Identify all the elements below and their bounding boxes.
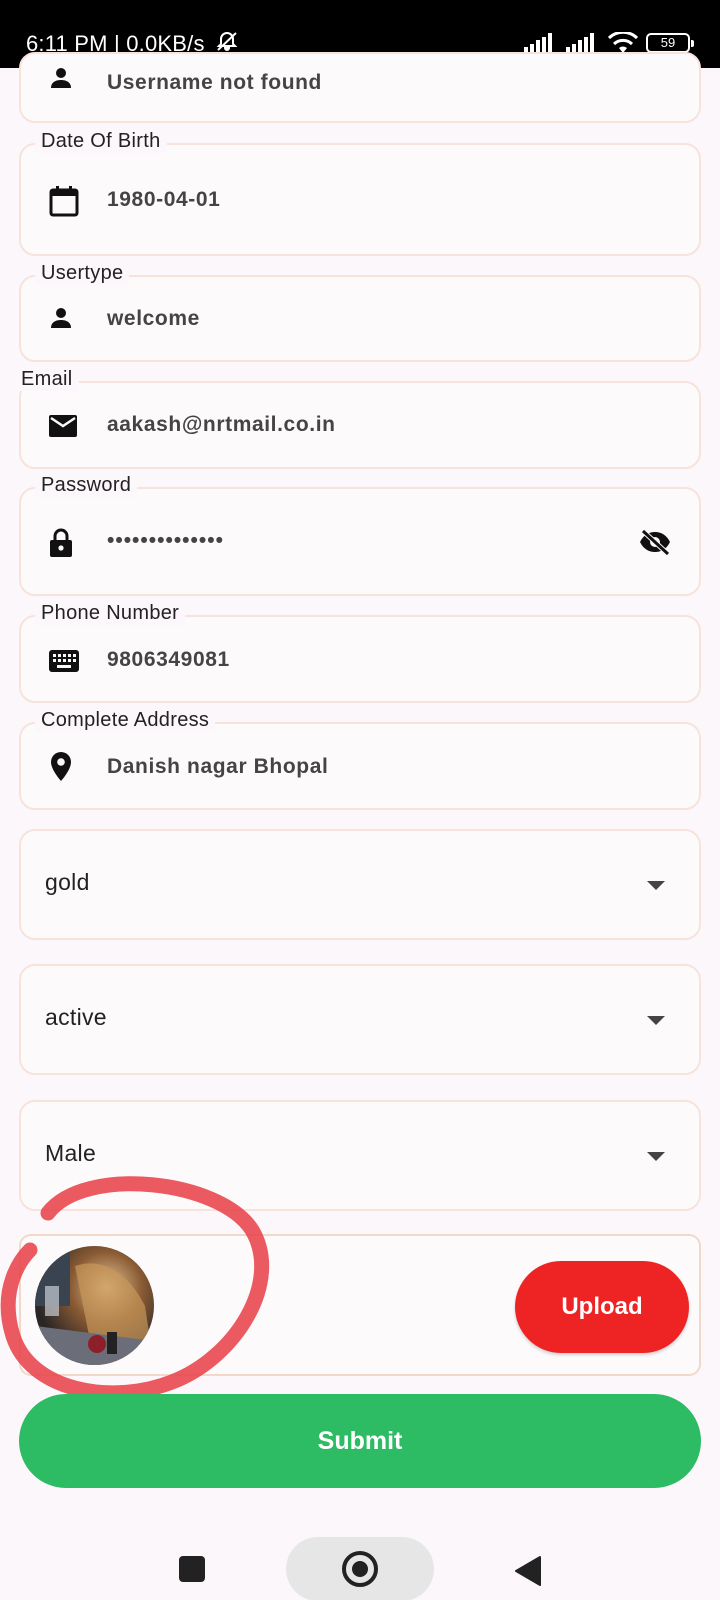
status-right: 59: [524, 32, 694, 54]
mail-icon: [49, 415, 77, 442]
person-icon: [49, 306, 73, 335]
person-icon: [49, 66, 73, 95]
signal-icon: [566, 33, 594, 53]
phone-value: 9806349081: [107, 648, 230, 671]
battery-icon: 59: [646, 33, 694, 53]
email-field[interactable]: Email aakash@nrtmail.co.in: [15, 368, 701, 469]
phone-field[interactable]: Phone Number 9806349081: [19, 602, 701, 703]
address-label: Complete Address: [35, 709, 216, 732]
wifi-icon: [608, 32, 638, 53]
keyboard-icon: [49, 650, 79, 677]
eye-off-icon[interactable]: [639, 529, 671, 560]
dob-value: 1980-04-01: [107, 188, 221, 211]
chevron-down-icon: [647, 1152, 665, 1161]
password-value: ••••••••••••••: [107, 529, 224, 552]
address-field[interactable]: Complete Address Danish nagar Bhopal: [19, 709, 701, 810]
password-field[interactable]: Password ••••••••••••••: [19, 474, 701, 596]
usertype-value: welcome: [107, 307, 200, 330]
email-value: aakash@nrtmail.co.in: [107, 413, 336, 436]
username-field[interactable]: Username not found: [19, 52, 701, 123]
home-icon: [342, 1551, 378, 1587]
submit-button[interactable]: Submit: [19, 1394, 701, 1488]
home-button[interactable]: [286, 1537, 434, 1600]
usertype-field[interactable]: Usertype welcome: [19, 262, 701, 362]
recents-button[interactable]: [179, 1556, 205, 1582]
system-nav-bar: [0, 1512, 720, 1600]
chevron-down-icon: [647, 1016, 665, 1025]
phone-label: Phone Number: [35, 602, 186, 625]
plan-dropdown-value: gold: [45, 869, 90, 895]
dob-field[interactable]: Date Of Birth 1980-04-01: [19, 130, 701, 256]
password-label: Password: [35, 474, 138, 497]
upload-button[interactable]: Upload: [515, 1261, 689, 1353]
username-value: Username not found: [107, 71, 322, 94]
status-dropdown[interactable]: active: [19, 964, 701, 1075]
photo-upload-section: Upload: [19, 1234, 701, 1376]
plan-dropdown[interactable]: gold: [19, 829, 701, 940]
signal-icon: [524, 33, 552, 53]
gender-dropdown[interactable]: Male: [19, 1100, 701, 1211]
address-value: Danish nagar Bhopal: [107, 755, 329, 778]
back-button[interactable]: [514, 1556, 542, 1586]
lock-icon: [49, 528, 73, 563]
location-pin-icon: [49, 752, 73, 787]
chevron-down-icon: [647, 881, 665, 890]
email-label: Email: [15, 368, 79, 391]
dob-label: Date Of Birth: [35, 130, 167, 153]
usertype-label: Usertype: [35, 262, 130, 285]
calendar-icon: [49, 185, 79, 222]
profile-photo[interactable]: [35, 1246, 154, 1365]
gender-dropdown-value: Male: [45, 1140, 97, 1166]
status-dropdown-value: active: [45, 1004, 107, 1030]
